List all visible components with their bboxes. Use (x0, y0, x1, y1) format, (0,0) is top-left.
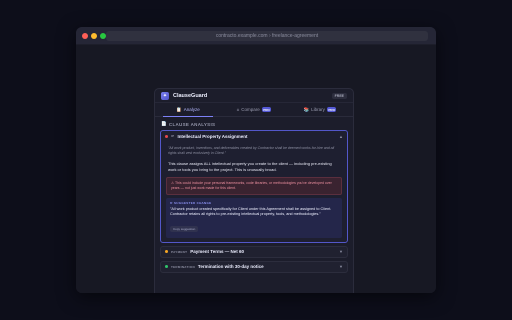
chevron-down-icon[interactable]: ▼ (339, 264, 343, 269)
suggested-change-text: "All work product created specifically f… (170, 206, 332, 216)
severity-dot (165, 134, 168, 138)
clause-card-ip: IP Intellectual Property Assignment ▲ "A… (160, 130, 348, 243)
clause-card-termination[interactable]: TERMINATION Termination with 30-day noti… (160, 260, 348, 273)
title-bar: contracto.example.com › freelance-agreem… (76, 27, 436, 45)
shield-logo-icon: ✦ (161, 91, 169, 100)
browser-window: contracto.example.com › freelance-agreem… (76, 27, 436, 293)
pro-badge: PRO (261, 107, 272, 112)
extension-name: ClauseGuard (173, 92, 208, 99)
copy-suggestion-button[interactable]: Copy suggestion (170, 225, 199, 232)
pro-badge: PRO (326, 107, 337, 112)
page-content: ✦ ClauseGuard FREE 📋 Analyze ± Compare P… (76, 45, 436, 293)
section-title-text: CLAUSE ANALYSIS (168, 121, 216, 127)
url-text: contracto.example.com › freelance-agreem… (215, 33, 319, 39)
document-icon: 📄 (161, 121, 167, 126)
clause-tag: IP (171, 134, 175, 138)
clause-tag: PAYMENT (171, 249, 188, 254)
clause-header[interactable]: IP Intellectual Property Assignment ▲ (161, 131, 347, 141)
clause-card-payment[interactable]: PAYMENT Payment Terms — Net 60 ▼ (160, 245, 348, 258)
severity-dot (165, 265, 168, 269)
compare-icon: ± (236, 107, 240, 112)
books-icon: 📚 (303, 106, 310, 112)
risk-warning: ⚠ This could include your personal frame… (166, 177, 342, 195)
tab-label: Analyze (183, 107, 200, 112)
clause-title: Payment Terms — Net 60 (190, 249, 244, 255)
clause-explanation: This clause assigns ALL intellectual pro… (168, 161, 332, 172)
chevron-down-icon[interactable]: ▼ (339, 249, 343, 254)
extension-header: ✦ ClauseGuard FREE (155, 89, 353, 103)
section-heading: 📄 CLAUSE ANALYSIS (155, 117, 353, 130)
suggested-change-box: ✏ SUGGESTED CHANGE "All work product cre… (166, 197, 342, 238)
close-window-button[interactable] (82, 32, 88, 39)
tab-analyze[interactable]: 📋 Analyze (155, 103, 221, 117)
tab-label: Library (311, 107, 325, 112)
clause-tag: TERMINATION (171, 264, 195, 269)
tab-library[interactable]: 📚 Library PRO (287, 103, 353, 116)
clause-header[interactable]: PAYMENT Payment Terms — Net 60 ▼ (161, 247, 347, 257)
clause-header[interactable]: TERMINATION Termination with 30-day noti… (161, 262, 347, 272)
address-bar[interactable]: contracto.example.com › freelance-agreem… (106, 31, 428, 41)
plan-badge: FREE (331, 92, 347, 99)
clause-body: "All work product, inventions, and deliv… (161, 141, 347, 242)
chevron-up-icon[interactable]: ▲ (339, 134, 343, 139)
suggested-change-label: ✏ SUGGESTED CHANGE (170, 200, 212, 205)
tab-label: Compare (241, 107, 260, 112)
clause-title: Termination with 30-day notice (197, 264, 264, 270)
minimize-window-button[interactable] (91, 32, 97, 39)
severity-dot (165, 250, 168, 254)
clipboard-icon: 📋 (176, 106, 182, 112)
clause-quote: "All work product, inventions, and deliv… (168, 146, 335, 155)
tab-bar: 📋 Analyze ± Compare PRO 📚 Library PRO (155, 103, 353, 117)
extension-popup: ✦ ClauseGuard FREE 📋 Analyze ± Compare P… (154, 88, 354, 293)
clause-title: Intellectual Property Assignment (177, 133, 248, 139)
tab-compare[interactable]: ± Compare PRO (221, 103, 287, 116)
